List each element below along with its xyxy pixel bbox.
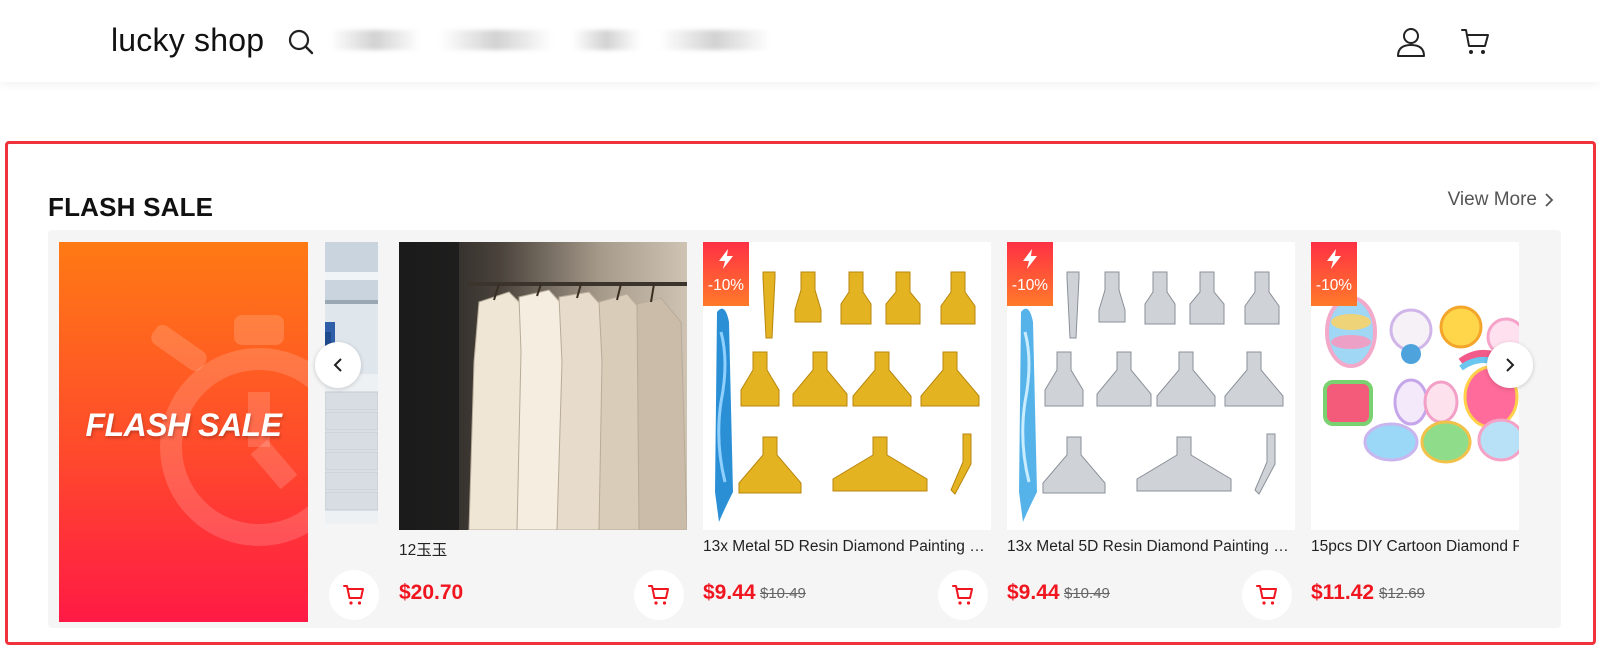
discount-badge: -10% — [1311, 242, 1357, 306]
search-icon[interactable] — [287, 28, 315, 56]
lightning-icon — [1023, 249, 1037, 269]
product-carousel: FLASH SALE 12玉玉 $20.70 -10% 13x Metal 5D… — [48, 230, 1561, 628]
product-card[interactable]: 12玉玉 $20.70 — [399, 242, 687, 622]
product-image[interactable]: -10% — [1007, 242, 1295, 530]
logo[interactable]: lucky shop — [111, 22, 264, 59]
product-name[interactable]: 13x Metal 5D Resin Diamond Painting Pens… — [703, 538, 991, 556]
discount-badge: -10% — [1007, 242, 1053, 306]
add-to-cart-button[interactable] — [938, 570, 988, 620]
discount-label: -10% — [1315, 277, 1353, 294]
product-price: $9.44 — [1007, 581, 1060, 604]
product-price: $9.44 — [703, 581, 756, 604]
product-original-price: $10.49 — [760, 585, 806, 602]
user-icon[interactable] — [1396, 26, 1426, 58]
view-more-label: View More — [1447, 189, 1537, 210]
flash-sale-banner[interactable]: FLASH SALE — [59, 242, 308, 622]
product-name[interactable]: 15pcs DIY Cartoon Diamond Painting Stick… — [1311, 538, 1519, 556]
lightning-icon — [1327, 249, 1341, 269]
cart-icon — [343, 585, 364, 605]
product-name[interactable]: 13x Metal 5D Resin Diamond Painting Pens… — [1007, 538, 1295, 556]
product-card[interactable]: -10% 13x Metal 5D Resin Diamond Painting… — [703, 242, 991, 622]
product-image[interactable]: -10% — [703, 242, 991, 530]
chevron-right-icon — [1506, 358, 1515, 372]
product-image[interactable] — [399, 242, 687, 530]
flash-sale-section: FLASH SALE View More FLASH SALE 12玉玉 $20… — [5, 141, 1596, 645]
add-to-cart-button[interactable] — [329, 570, 379, 620]
discount-label: -10% — [1011, 277, 1049, 294]
discount-badge: -10% — [703, 242, 749, 306]
product-card[interactable]: -10% 15pcs DIY Cartoon Diamond Painting … — [1311, 242, 1519, 622]
product-card[interactable]: -10% 13x Metal 5D Resin Diamond Painting… — [1007, 242, 1295, 622]
carousel-next-button[interactable] — [1487, 342, 1533, 388]
product-name[interactable]: 12玉玉 — [399, 538, 687, 560]
lightning-icon — [719, 249, 733, 269]
cart-icon — [648, 585, 669, 605]
nav-link-blurred[interactable] — [660, 30, 770, 50]
nav-link-blurred[interactable] — [572, 30, 640, 50]
cart-icon — [952, 585, 973, 605]
product-image[interactable]: -10% — [1311, 242, 1519, 530]
cart-icon — [1256, 585, 1277, 605]
banner-title: FLASH SALE — [85, 407, 282, 443]
product-original-price: $12.69 — [1379, 585, 1425, 602]
section-title: FLASH SALE — [48, 192, 214, 222]
view-more-link[interactable]: View More — [1448, 189, 1555, 211]
add-to-cart-button[interactable] — [1242, 570, 1292, 620]
site-header: lucky shop — [0, 0, 1600, 82]
cart-icon[interactable] — [1460, 27, 1490, 57]
chevron-left-icon — [333, 358, 342, 372]
discount-label: -10% — [707, 277, 745, 294]
nav-link-blurred[interactable] — [330, 30, 420, 50]
nav-link-blurred[interactable] — [440, 30, 552, 50]
product-price: $11.42 — [1311, 581, 1375, 604]
chevron-right-icon — [1545, 193, 1554, 207]
product-original-price: $10.49 — [1064, 585, 1110, 602]
product-price: $20.70 — [399, 581, 464, 604]
carousel-prev-button[interactable] — [315, 342, 361, 388]
add-to-cart-button[interactable] — [634, 570, 684, 620]
